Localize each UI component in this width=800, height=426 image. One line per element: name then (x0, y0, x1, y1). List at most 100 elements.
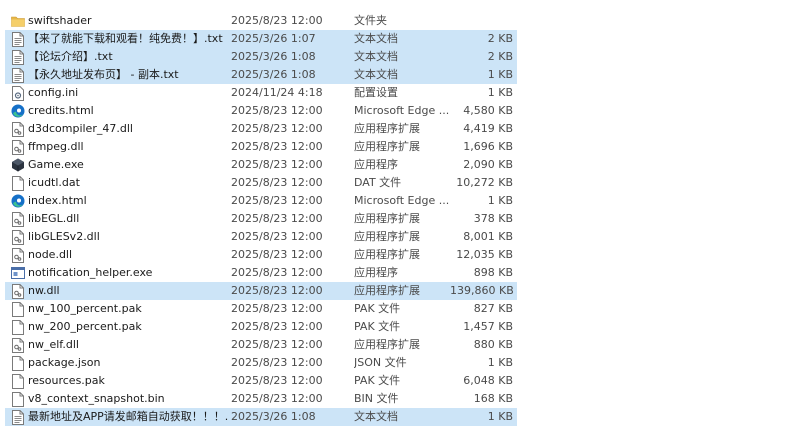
file-date-modified: 2025/8/23 12:00 (231, 302, 323, 315)
file-row[interactable]: package.json 2025/8/23 12:00 JSON 文件 1 KB (5, 354, 517, 372)
file-type: JSON 文件 (354, 356, 407, 369)
file-row[interactable]: ffmpeg.dll 2025/8/23 12:00 应用程序扩展 1,696 KB (5, 138, 517, 156)
file-row[interactable]: 【永久地址发布页】 - 副本.txt 2025/3/26 1:08 文本文档 1 KB (5, 66, 517, 84)
dll-file-icon (11, 282, 25, 300)
blank-file-icon (11, 300, 25, 318)
file-name: d3dcompiler_47.dll (28, 122, 133, 135)
file-name: swiftshader (28, 14, 92, 27)
file-type: 文本文档 (354, 68, 398, 81)
file-size: 1 KB (487, 86, 513, 99)
blank-file-icon (11, 372, 25, 390)
file-size: 898 KB (473, 266, 513, 279)
file-type: 应用程序扩展 (354, 122, 420, 135)
file-size: 4,580 KB (463, 104, 513, 117)
file-name: notification_helper.exe (28, 266, 153, 279)
file-size: 2 KB (487, 50, 513, 63)
blank-file-icon (11, 354, 25, 372)
file-type: 文本文档 (354, 32, 398, 45)
file-type: 应用程序扩展 (354, 212, 420, 225)
file-row[interactable]: nw_200_percent.pak 2025/8/23 12:00 PAK 文件 1… (5, 318, 517, 336)
file-row[interactable]: notification_helper.exe 2025/8/23 12:00 应用… (5, 264, 517, 282)
file-row[interactable]: config.ini 2024/11/24 4:18 配置设置 1 KB (5, 84, 517, 102)
file-type: PAK 文件 (354, 320, 401, 333)
file-name: ffmpeg.dll (28, 140, 84, 153)
file-size: 1 KB (487, 410, 513, 423)
file-date-modified: 2025/8/23 12:00 (231, 212, 323, 225)
file-type: 应用程序扩展 (354, 230, 420, 243)
file-row[interactable]: index.html 2025/8/23 12:00 Microsoft Edge … (5, 192, 517, 210)
file-name: index.html (28, 194, 87, 207)
file-type: 应用程序 (354, 266, 398, 279)
file-size: 1 KB (487, 356, 513, 369)
file-size: 12,035 KB (456, 248, 513, 261)
file-size: 8,001 KB (463, 230, 513, 243)
file-type: 应用程序扩展 (354, 140, 420, 153)
file-name: v8_context_snapshot.bin (28, 392, 165, 405)
file-date-modified: 2025/3/26 1:08 (231, 50, 316, 63)
file-name: libEGL.dll (28, 212, 80, 225)
file-date-modified: 2024/11/24 4:18 (231, 86, 323, 99)
file-name: Game.exe (28, 158, 84, 171)
folder-icon (11, 12, 25, 30)
file-type: BIN 文件 (354, 392, 399, 405)
file-type: 文件夹 (354, 14, 387, 27)
file-date-modified: 2025/8/23 12:00 (231, 176, 323, 189)
file-date-modified: 2025/8/23 12:00 (231, 230, 323, 243)
file-date-modified: 2025/8/23 12:00 (231, 338, 323, 351)
config-file-icon (11, 84, 25, 102)
file-date-modified: 2025/8/23 12:00 (231, 14, 323, 27)
file-row[interactable]: swiftshader 2025/8/23 12:00 文件夹 (5, 12, 517, 30)
file-name: package.json (28, 356, 101, 369)
file-list[interactable]: swiftshader 2025/8/23 12:00 文件夹【来了就能下载和观看！… (0, 0, 800, 426)
text-file-icon (11, 66, 25, 84)
file-row[interactable]: libGLESv2.dll 2025/8/23 12:00 应用程序扩展 8,001 … (5, 228, 517, 246)
file-type: 配置设置 (354, 86, 398, 99)
file-date-modified: 2025/8/23 12:00 (231, 320, 323, 333)
file-date-modified: 2025/3/26 1:08 (231, 68, 316, 81)
file-row[interactable]: 【论坛介绍】.txt 2025/3/26 1:08 文本文档 2 KB (5, 48, 517, 66)
file-row[interactable]: nw_100_percent.pak 2025/8/23 12:00 PAK 文件 8… (5, 300, 517, 318)
file-row[interactable]: resources.pak 2025/8/23 12:00 PAK 文件 6,048 … (5, 372, 517, 390)
file-date-modified: 2025/8/23 12:00 (231, 392, 323, 405)
file-date-modified: 2025/8/23 12:00 (231, 284, 323, 297)
file-row[interactable]: Game.exe 2025/8/23 12:00 应用程序 2,090 KB (5, 156, 517, 174)
blank-file-icon (11, 174, 25, 192)
file-name: resources.pak (28, 374, 105, 387)
blank-file-icon (11, 390, 25, 408)
file-size: 1,696 KB (463, 140, 513, 153)
file-date-modified: 2025/8/23 12:00 (231, 194, 323, 207)
game-exe-icon (11, 156, 25, 174)
dll-file-icon (11, 210, 25, 228)
file-date-modified: 2025/8/23 12:00 (231, 374, 323, 387)
file-row[interactable]: v8_context_snapshot.bin 2025/8/23 12:00 BI… (5, 390, 517, 408)
file-size: 139,860 KB (450, 284, 513, 297)
dll-file-icon (11, 246, 25, 264)
dll-file-icon (11, 138, 25, 156)
file-row[interactable]: 最新地址及APP请发邮箱自动获取！！！.... 2025/3/26 1:08 文本文… (5, 408, 517, 426)
file-date-modified: 2025/3/26 1:08 (231, 410, 316, 423)
file-date-modified: 2025/8/23 12:00 (231, 158, 323, 171)
file-row[interactable]: node.dll 2025/8/23 12:00 应用程序扩展 12,035 KB (5, 246, 517, 264)
file-name: 最新地址及APP请发邮箱自动获取！！！.... (28, 410, 228, 423)
file-row[interactable]: icudtl.dat 2025/8/23 12:00 DAT 文件 10,272 KB (5, 174, 517, 192)
file-type: Microsoft Edge ... (354, 104, 450, 117)
file-size: 10,272 KB (456, 176, 513, 189)
dll-file-icon (11, 120, 25, 138)
file-row[interactable]: nw_elf.dll 2025/8/23 12:00 应用程序扩展 880 KB (5, 336, 517, 354)
file-type: PAK 文件 (354, 302, 401, 315)
file-row[interactable]: libEGL.dll 2025/8/23 12:00 应用程序扩展 378 KB (5, 210, 517, 228)
file-size: 880 KB (473, 338, 513, 351)
file-name: 【来了就能下载和观看！纯免费！】.txt (28, 32, 223, 45)
file-size: 1,457 KB (463, 320, 513, 333)
dll-file-icon (11, 336, 25, 354)
file-name: credits.html (28, 104, 94, 117)
edge-icon (11, 102, 25, 120)
file-row[interactable]: d3dcompiler_47.dll 2025/8/23 12:00 应用程序扩展 4… (5, 120, 517, 138)
file-row[interactable]: 【来了就能下载和观看！纯免费！】.txt 2025/3/26 1:07 文本文档 2 … (5, 30, 517, 48)
file-name: node.dll (28, 248, 73, 261)
dll-file-icon (11, 228, 25, 246)
file-row[interactable]: nw.dll 2025/8/23 12:00 应用程序扩展 139,860 KB (5, 282, 517, 300)
file-row[interactable]: credits.html 2025/8/23 12:00 Microsoft Edg… (5, 102, 517, 120)
file-type: Microsoft Edge ... (354, 194, 450, 207)
file-type: 应用程序扩展 (354, 248, 420, 261)
